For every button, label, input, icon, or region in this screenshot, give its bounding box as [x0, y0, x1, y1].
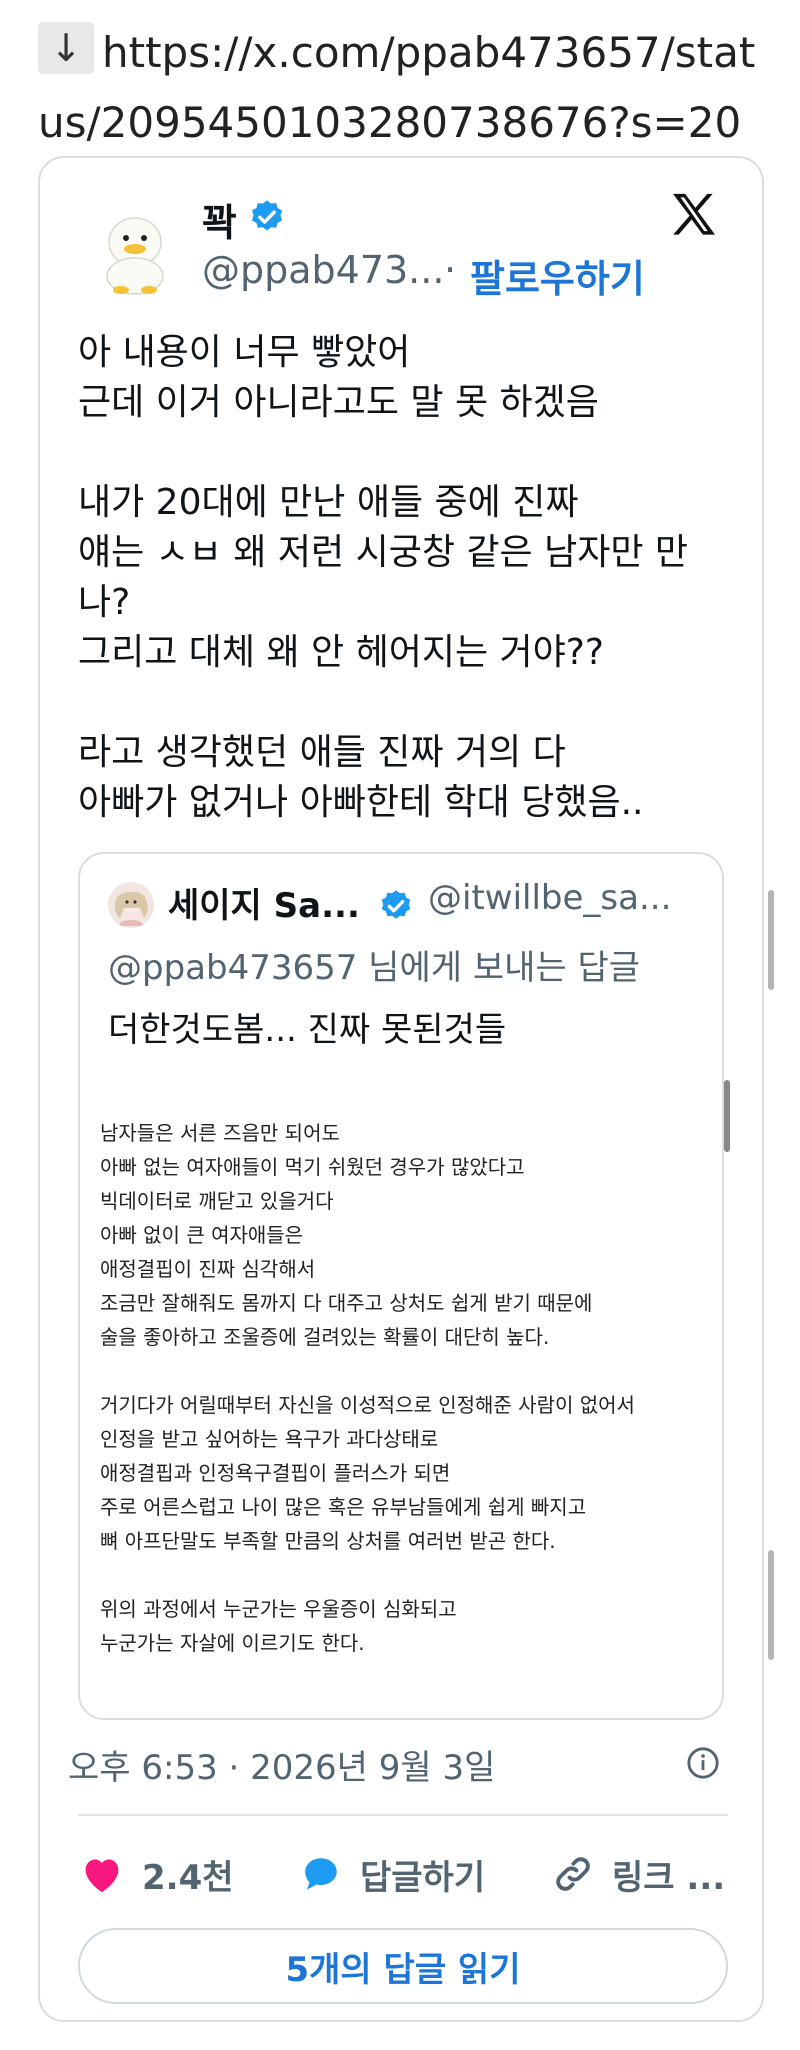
image-line: 거기다가 어릴때부터 자신을 이성적으로 인정해준 사람이 없어서: [100, 1393, 635, 1417]
image-line-gap: [100, 1354, 700, 1388]
quoted-handle[interactable]: @itwillbe_sa...: [428, 878, 671, 918]
link-url[interactable]: https://x.com/ppab473657/status/20954501…: [38, 28, 755, 147]
heart-icon: [85, 1859, 119, 1893]
reply-context[interactable]: @ppab473657 님에게 보내는 답글: [108, 940, 640, 989]
x-logo-icon[interactable]: [666, 188, 722, 244]
image-line-gap: [100, 1558, 700, 1592]
page-scrollbar[interactable]: [768, 1550, 774, 1660]
quoted-avatar[interactable]: [108, 882, 154, 928]
image-line: 빅데이터로 깨닫고 있을거다: [100, 1189, 334, 1213]
timestamp[interactable]: 오후 6:53 · 2026년 9월 3일: [68, 1740, 495, 1789]
tweet-line: 라고 생각했던 애들 진짜 거의 다: [78, 732, 566, 773]
reply-bubble-icon: [305, 1858, 337, 1890]
link-label: 링크 ...: [612, 1857, 726, 1898]
arrow-down-icon: ↓: [38, 22, 94, 74]
verified-icon: [251, 200, 283, 231]
tweet-line-gap: [78, 678, 728, 728]
image-line: 남자들은 서른 즈음만 되어도: [100, 1121, 340, 1145]
tweet-line: 아 내용이 너무 빻았어: [78, 332, 411, 373]
reply-label: 답글하기: [360, 1857, 486, 1898]
image-line: 아빠 없는 여자애들이 먹기 쉬웠던 경우가 많았다고: [100, 1155, 525, 1179]
quoted-display-name[interactable]: 세이지 Sa...: [168, 878, 360, 927]
user-handle[interactable]: @ppab473...: [202, 248, 444, 292]
tweet-text: 아 내용이 너무 빻았어 근데 이거 아니라고도 말 못 하겠음 내가 20대에…: [78, 328, 728, 828]
divider: [78, 1814, 728, 1816]
tweet-line-gap: [78, 428, 728, 478]
copy-link-button[interactable]: 링크 ...: [552, 1844, 725, 1904]
quoted-text: 더한것도봄... 진짜 못된것들: [108, 1010, 507, 1050]
avatar[interactable]: [88, 202, 182, 296]
shared-link[interactable]: ↓ https://x.com/ppab473657/status/2095450…: [38, 18, 778, 158]
quoted-image-text: 남자들은 서른 즈음만 되어도 아빠 없는 여자애들이 먹기 쉬웠던 경우가 많…: [100, 1116, 700, 1660]
tweet-line: 근데 이거 아니라고도 말 못 하겠음: [78, 382, 599, 423]
read-replies-button[interactable]: 5개의 답글 읽기: [78, 1928, 728, 2004]
image-line: 조금만 잘해줘도 몸까지 다 대주고 상처도 쉽게 받기 때문에: [100, 1291, 593, 1315]
separator-dot: ·: [444, 248, 457, 292]
verified-icon: [381, 890, 411, 919]
tweet-line: 나?: [78, 582, 131, 623]
image-line: 뼈 아프단말도 부족할 만큼의 상처를 여러번 받곤 한다.: [100, 1529, 556, 1553]
image-scrollbar[interactable]: [724, 1080, 730, 1152]
image-line: 아빠 없이 큰 여자애들은: [100, 1223, 304, 1247]
follow-button[interactable]: 팔로우하기: [470, 248, 645, 303]
image-line: 애정결핍이 진짜 심각해서: [100, 1257, 316, 1281]
image-line: 술을 좋아하고 조울증에 걸려있는 확률이 대단히 높다.: [100, 1325, 550, 1349]
info-icon[interactable]: [686, 1746, 720, 1780]
like-count: 2.4천: [142, 1857, 234, 1898]
reply-button[interactable]: 답글하기: [300, 1844, 485, 1904]
quoted-tweet[interactable]: 세이지 Sa... @itwillbe_sa... @ppab473657 님에…: [78, 852, 730, 1720]
tweet-card[interactable]: 꽉 @ppab473... · 팔로우하기 아 내용이 너무 빻았어 근데 이거…: [38, 156, 764, 2022]
display-name[interactable]: 꽉: [202, 192, 237, 247]
tweet-line: 아빠가 없거나 아빠한테 학대 당했음..: [78, 782, 644, 823]
like-button[interactable]: 2.4천: [80, 1844, 234, 1904]
tweet-line: 그리고 대체 왜 안 헤어지는 거야??: [78, 632, 604, 673]
tweet-line: 얘는 ㅅㅂ 왜 저런 시궁창 같은 남자만 만: [78, 532, 689, 573]
link-icon: [556, 1857, 590, 1891]
tweet-line: 내가 20대에 만난 애들 중에 진짜: [78, 482, 579, 523]
image-line: 누군가는 자살에 이르기도 한다.: [100, 1631, 365, 1655]
image-line: 인정을 받고 싶어하는 욕구가 과다상태로: [100, 1427, 439, 1451]
image-line: 주로 어른스럽고 나이 많은 혹은 유부남들에게 쉽게 빠지고: [100, 1495, 587, 1519]
image-line: 애정결핍과 인정욕구결핍이 플러스가 되면: [100, 1461, 451, 1485]
page-scrollbar[interactable]: [768, 890, 774, 990]
image-line: 위의 과정에서 누군가는 우울증이 심화되고: [100, 1597, 457, 1621]
